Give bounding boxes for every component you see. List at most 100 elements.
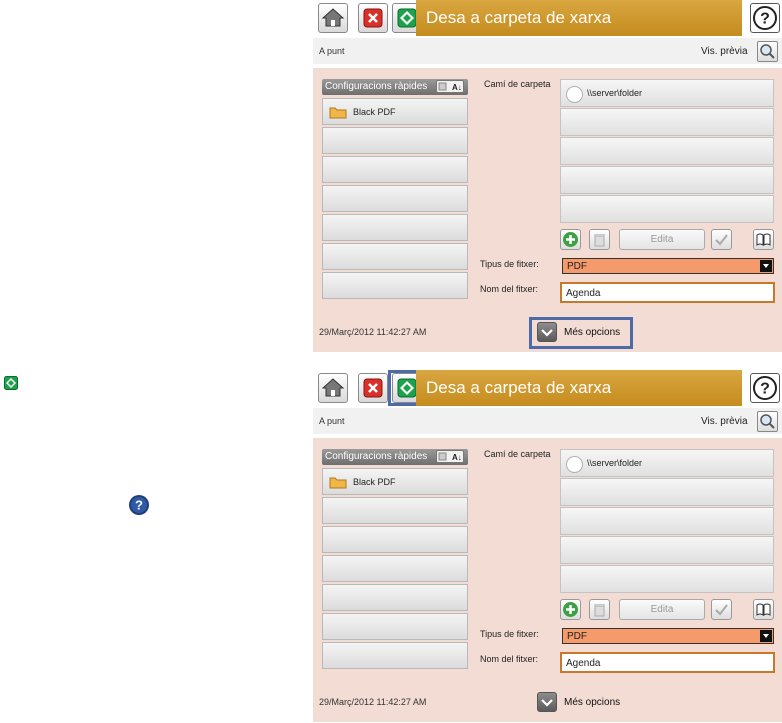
file-type-label: Tipus de fitxer: bbox=[480, 259, 539, 269]
start-icon bbox=[4, 376, 18, 390]
file-type-select[interactable]: PDF bbox=[562, 258, 774, 274]
file-name-input[interactable]: Agenda bbox=[560, 282, 775, 303]
folder-path-value: \\server\folder bbox=[587, 88, 643, 98]
folder-row[interactable] bbox=[560, 166, 774, 194]
folder-row[interactable] bbox=[560, 478, 774, 506]
stop-button[interactable] bbox=[358, 373, 388, 403]
quick-set-label: Black PDF bbox=[353, 107, 396, 117]
home-button[interactable] bbox=[318, 3, 348, 33]
stop-button[interactable] bbox=[358, 3, 388, 33]
svg-text:A↓: A↓ bbox=[452, 453, 462, 462]
dropdown-arrow-icon bbox=[760, 630, 772, 642]
svg-text:?: ? bbox=[760, 381, 770, 398]
quick-set-item[interactable]: Black PDF bbox=[322, 468, 468, 495]
folder-row[interactable]: \\server\folder bbox=[560, 79, 774, 107]
file-type-value: PDF bbox=[567, 261, 587, 272]
quick-set-item[interactable] bbox=[322, 642, 468, 669]
trash-icon bbox=[594, 234, 605, 247]
help-icon: ? bbox=[753, 6, 777, 30]
save-to-folder-screen-2: Desa a carpeta de xarxa ? A punt Vis. pr… bbox=[313, 370, 782, 722]
plus-icon bbox=[563, 602, 578, 617]
quick-set-item[interactable] bbox=[322, 555, 468, 582]
check-button[interactable] bbox=[711, 229, 732, 250]
home-icon bbox=[321, 8, 345, 27]
folder-row[interactable]: \\server\folder bbox=[560, 449, 774, 477]
screen-title: Desa a carpeta de xarxa bbox=[426, 8, 612, 27]
file-type-label: Tipus de fitxer: bbox=[480, 629, 539, 639]
svg-text:?: ? bbox=[760, 11, 770, 28]
help-icon: ? bbox=[128, 494, 150, 516]
preview-label: Vis. prèvia bbox=[701, 416, 748, 427]
quick-sets-label: Configuracions ràpides bbox=[325, 81, 428, 92]
status-text: A punt bbox=[319, 416, 345, 426]
more-options-button[interactable] bbox=[537, 692, 557, 712]
quick-set-item[interactable] bbox=[322, 185, 468, 212]
top-bar: Desa a carpeta de xarxa ? bbox=[313, 0, 782, 36]
file-name-input[interactable]: Agenda bbox=[560, 652, 775, 673]
main-area: Configuracions ràpides A↓ Black PDF Camí… bbox=[313, 68, 782, 352]
status-bar: A punt Vis. prèvia bbox=[313, 38, 782, 64]
plus-icon bbox=[563, 232, 578, 247]
quick-sets-header: Configuracions ràpides A↓ bbox=[322, 449, 468, 465]
folder-row[interactable] bbox=[560, 137, 774, 165]
address-book-button[interactable] bbox=[753, 599, 774, 620]
sort-icon: A↓ bbox=[438, 452, 462, 462]
edit-button[interactable]: Edita bbox=[619, 599, 705, 620]
date-time: 29/Març/2012 11:42:27 AM bbox=[319, 327, 427, 337]
quick-sets-sort-toggle[interactable]: A↓ bbox=[436, 80, 464, 93]
delete-folder-button[interactable] bbox=[589, 229, 610, 250]
home-icon bbox=[321, 378, 345, 397]
quick-set-item[interactable] bbox=[322, 584, 468, 611]
folder-row[interactable] bbox=[560, 536, 774, 564]
folder-path-value: \\server\folder bbox=[587, 458, 643, 468]
add-folder-button[interactable] bbox=[560, 229, 581, 250]
preview-button[interactable] bbox=[757, 411, 778, 432]
file-name-label: Nom del fitxer: bbox=[480, 284, 539, 294]
address-book-button[interactable] bbox=[753, 229, 774, 250]
folder-row[interactable] bbox=[560, 565, 774, 593]
status-text: A punt bbox=[319, 46, 345, 56]
radio-button[interactable] bbox=[566, 456, 583, 473]
edit-button[interactable]: Edita bbox=[619, 229, 705, 250]
book-icon bbox=[756, 603, 771, 616]
help-button[interactable]: ? bbox=[750, 373, 780, 403]
file-name-value: Agenda bbox=[566, 658, 601, 669]
folder-path-label: Camí de carpeta bbox=[484, 449, 551, 459]
top-bar: Desa a carpeta de xarxa ? bbox=[313, 370, 782, 406]
quick-sets-sort-toggle[interactable]: A↓ bbox=[436, 450, 464, 463]
main-area: Configuracions ràpides A↓ Black PDF Camí… bbox=[313, 438, 782, 722]
file-type-value: PDF bbox=[567, 631, 587, 642]
quick-set-item[interactable] bbox=[322, 526, 468, 553]
more-options-label[interactable]: Més opcions bbox=[564, 697, 620, 708]
stop-icon bbox=[363, 8, 383, 28]
quick-set-item[interactable] bbox=[322, 272, 468, 299]
check-button[interactable] bbox=[711, 599, 732, 620]
magnifier-icon bbox=[760, 414, 775, 429]
preview-label: Vis. prèvia bbox=[701, 46, 748, 57]
trash-icon bbox=[594, 604, 605, 617]
dropdown-arrow-icon bbox=[760, 260, 772, 272]
svg-text:A↓: A↓ bbox=[452, 83, 462, 92]
quick-set-item[interactable] bbox=[322, 243, 468, 270]
quick-sets-label: Configuracions ràpides bbox=[325, 451, 428, 462]
preview-button[interactable] bbox=[757, 41, 778, 62]
svg-text:?: ? bbox=[135, 498, 143, 513]
radio-button[interactable] bbox=[566, 86, 583, 103]
folder-row[interactable] bbox=[560, 507, 774, 535]
quick-set-item[interactable] bbox=[322, 214, 468, 241]
screen-title: Desa a carpeta de xarxa bbox=[426, 378, 612, 397]
folder-row[interactable] bbox=[560, 108, 774, 136]
help-button[interactable]: ? bbox=[750, 3, 780, 33]
file-type-select[interactable]: PDF bbox=[562, 628, 774, 644]
book-icon bbox=[756, 233, 771, 246]
add-folder-button[interactable] bbox=[560, 599, 581, 620]
quick-set-item[interactable]: Black PDF bbox=[322, 98, 468, 125]
delete-folder-button[interactable] bbox=[589, 599, 610, 620]
quick-set-item[interactable] bbox=[322, 156, 468, 183]
quick-set-item[interactable] bbox=[322, 613, 468, 640]
stop-icon bbox=[363, 378, 383, 398]
quick-set-item[interactable] bbox=[322, 497, 468, 524]
quick-set-item[interactable] bbox=[322, 127, 468, 154]
folder-row[interactable] bbox=[560, 195, 774, 223]
home-button[interactable] bbox=[318, 373, 348, 403]
